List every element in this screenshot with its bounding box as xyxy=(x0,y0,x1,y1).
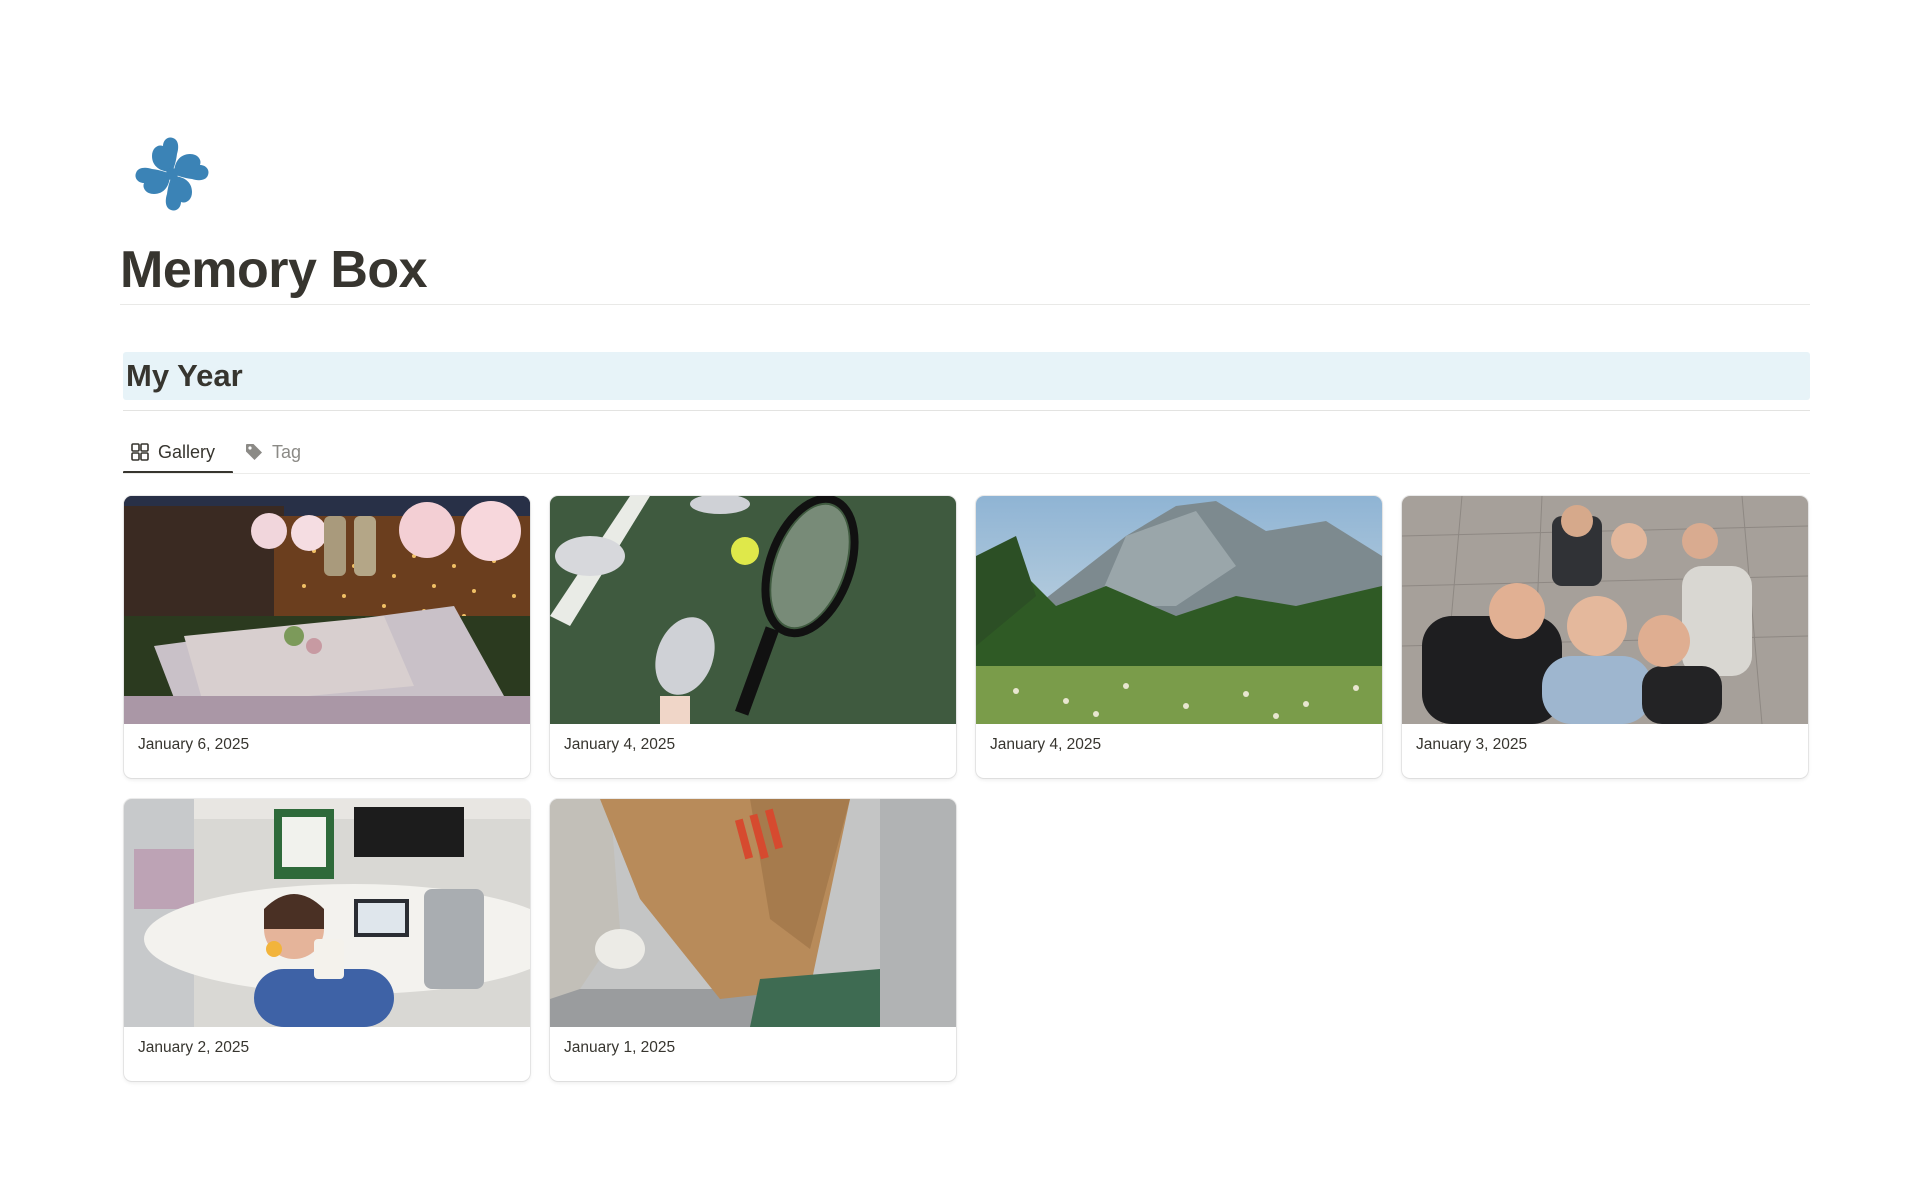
callout-block[interactable]: My Year xyxy=(123,352,1810,400)
mountain-meadow-photo xyxy=(976,496,1382,724)
tabs-baseline xyxy=(123,473,1810,474)
friends-selfie-photo xyxy=(1402,496,1808,724)
page-title[interactable]: Memory Box xyxy=(120,240,428,300)
card-date: January 1, 2025 xyxy=(564,1039,676,1056)
divider xyxy=(123,410,1810,411)
office-coffee-photo xyxy=(124,799,530,1027)
card-date: January 4, 2025 xyxy=(990,736,1102,753)
callout-heading: My Year xyxy=(126,358,243,393)
tab-tag-label: Tag xyxy=(272,441,302,462)
four-leaf-clover-icon[interactable] xyxy=(130,132,214,216)
card-date: January 6, 2025 xyxy=(138,736,250,753)
birthday-picnic-photo xyxy=(124,496,530,724)
gallery-card[interactable]: January 6, 2025 xyxy=(124,496,530,778)
gallery-card[interactable]: January 4, 2025 xyxy=(550,496,956,778)
tab-gallery[interactable]: Gallery xyxy=(129,430,215,474)
gallery-card[interactable]: January 1, 2025 xyxy=(550,799,956,1081)
gallery-card[interactable]: January 2, 2025 xyxy=(124,799,530,1081)
tab-gallery-label: Gallery xyxy=(158,441,216,462)
tab-tag[interactable]: Tag xyxy=(243,430,301,474)
card-date: January 4, 2025 xyxy=(564,736,676,753)
shopping-bag-photo xyxy=(550,799,956,1027)
card-date: January 2, 2025 xyxy=(138,1039,250,1056)
gallery-grid-icon xyxy=(129,441,151,463)
tag-icon xyxy=(243,441,265,463)
title-divider xyxy=(120,304,1810,305)
tennis-court-photo xyxy=(550,496,956,724)
gallery-card[interactable]: January 3, 2025 xyxy=(1402,496,1808,778)
view-tabs: Gallery Tag xyxy=(123,430,1810,474)
card-date: January 3, 2025 xyxy=(1416,736,1528,753)
gallery-card[interactable]: January 4, 2025 xyxy=(976,496,1382,778)
